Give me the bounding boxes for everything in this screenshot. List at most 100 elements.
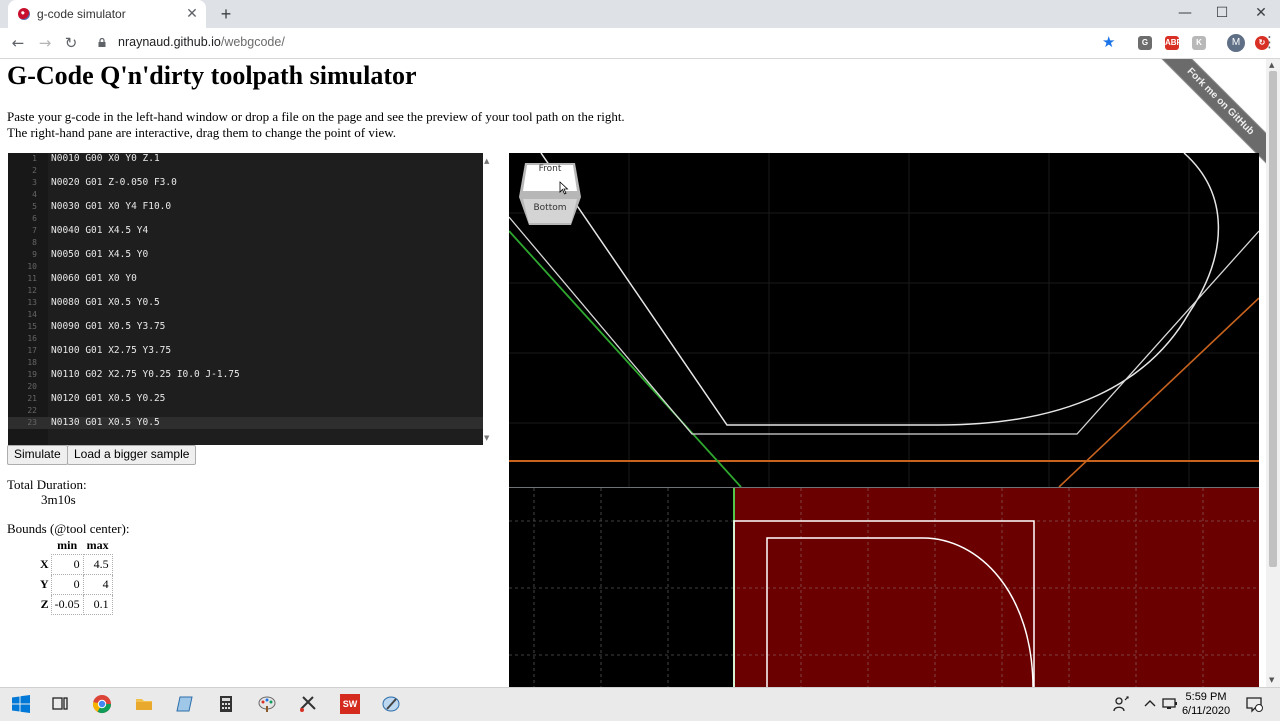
editor-line[interactable]: 11 N0060 G01 X0 Y0: [8, 273, 483, 285]
editor-line[interactable]: 21 N0120 G01 X0.5 Y0.25: [8, 393, 483, 405]
profile-avatar[interactable]: M: [1227, 34, 1245, 52]
editor-line[interactable]: 17 N0100 G01 X2.75 Y3.75: [8, 345, 483, 357]
clock-time: 5:59 PM: [1185, 691, 1227, 703]
load-bigger-sample-button[interactable]: Load a bigger sample: [67, 445, 197, 465]
bounds-max-value: 0.1: [82, 594, 113, 615]
editor-line[interactable]: 18: [8, 357, 483, 369]
line-number: 23: [27, 418, 37, 427]
editor-line[interactable]: 15 N0090 G01 X0.5 Y3.75: [8, 321, 483, 333]
line-number: 14: [27, 310, 37, 319]
editor-line[interactable]: 4: [8, 189, 483, 201]
total-duration-value: 3m10s: [41, 492, 76, 507]
extension-icon[interactable]: G: [1138, 36, 1152, 50]
editor-line[interactable]: 1 N0010 G00 X0 Y0 Z.1: [8, 153, 483, 165]
line-number: 13: [27, 298, 37, 307]
bounds-axis-label: Z: [40, 597, 49, 611]
line-number: 21: [27, 394, 37, 403]
bookmark-star-icon[interactable]: ★: [1102, 33, 1115, 51]
editor-line[interactable]: 23 N0130 G01 X0.5 Y0.5: [8, 417, 483, 429]
page-scroll-down-arrow-icon[interactable]: ▼: [1269, 676, 1274, 684]
window-minimize-button[interactable]: —: [1167, 3, 1203, 23]
scroll-down-arrow-icon[interactable]: ▼: [484, 434, 489, 442]
line-code: N0120 G01 X0.5 Y0.25: [51, 393, 166, 404]
line-code: N0100 G01 X2.75 Y3.75: [51, 345, 172, 356]
editor-line[interactable]: 16: [8, 333, 483, 345]
toolpath-3d-view[interactable]: Front Bottom: [509, 153, 1259, 487]
editor-line[interactable]: 14: [8, 309, 483, 321]
file-explorer-icon[interactable]: [134, 694, 154, 714]
window-maximize-button[interactable]: ☐: [1204, 3, 1240, 23]
line-number: 17: [27, 346, 37, 355]
editor-line[interactable]: 6: [8, 213, 483, 225]
view-cube[interactable]: Front Bottom: [519, 161, 581, 227]
tray-expand-chevron-icon[interactable]: [1140, 694, 1160, 714]
editor-line[interactable]: 3 N0020 G01 Z-0.050 F3.0: [8, 177, 483, 189]
toolpath-top-view[interactable]: [509, 488, 1259, 687]
line-code: N0030 G01 X0 Y4 F10.0: [51, 201, 172, 212]
editor-scrollbar[interactable]: ▲ ▼: [483, 153, 493, 445]
gcode-editor[interactable]: 1 N0010 G00 X0 Y0 Z.1 2 3 N0020 G01 Z-0.050 …: [8, 153, 483, 445]
network-icon[interactable]: [1160, 694, 1180, 714]
simulate-button[interactable]: Simulate: [7, 445, 68, 465]
paint-3d-icon[interactable]: [381, 694, 401, 714]
editor-line[interactable]: 20: [8, 381, 483, 393]
page-scrollbar-thumb[interactable]: [1269, 71, 1277, 567]
bounds-max-value: 4.5: [82, 554, 113, 575]
reload-icon[interactable]: ↻: [61, 33, 81, 53]
bounds-min-header: min: [57, 538, 78, 552]
editor-line[interactable]: 19 N0110 G02 X2.75 Y0.25 I0.0 J-1.75: [8, 369, 483, 381]
editor-line[interactable]: 10: [8, 261, 483, 273]
extension-icon[interactable]: K: [1192, 36, 1206, 50]
editor-line[interactable]: 13 N0080 G01 X0.5 Y0.5: [8, 297, 483, 309]
mouse-cursor-icon: [559, 181, 569, 195]
solidworks-icon[interactable]: SW: [340, 694, 360, 714]
editor-line[interactable]: 5 N0030 G01 X0 Y4 F10.0: [8, 201, 483, 213]
tab-title: g-code simulator: [37, 7, 126, 21]
editor-line[interactable]: 7 N0040 G01 X4.5 Y4: [8, 225, 483, 237]
editor-line[interactable]: 2: [8, 165, 483, 177]
lock-icon: [98, 38, 106, 47]
toolpath-top-canvas: [509, 488, 1259, 687]
notepad-icon[interactable]: [175, 694, 195, 714]
editor-line[interactable]: 12: [8, 285, 483, 297]
page-scroll-up-arrow-icon[interactable]: ▲: [1269, 61, 1274, 69]
forward-arrow-icon[interactable]: →: [35, 33, 55, 53]
line-code: N0130 G01 X0.5 Y0.5: [51, 417, 160, 428]
scroll-up-arrow-icon[interactable]: ▲: [484, 157, 489, 165]
people-icon[interactable]: [1111, 694, 1131, 714]
total-duration-label: Total Duration:: [7, 477, 87, 492]
line-code: N0050 G01 X4.5 Y0: [51, 249, 149, 260]
toolpath-outer-3d: [509, 216, 1259, 435]
task-view-icon[interactable]: [50, 694, 70, 714]
editor-line[interactable]: 9 N0050 G01 X4.5 Y0: [8, 249, 483, 261]
snipping-tool-icon[interactable]: [298, 694, 318, 714]
paint-app-icon[interactable]: [257, 694, 277, 714]
line-number: 19: [27, 370, 37, 379]
windows-start-icon[interactable]: [11, 694, 31, 714]
line-number: 11: [27, 274, 37, 283]
tab-close-icon[interactable]: ✕: [184, 5, 200, 21]
page-scrollbar[interactable]: ▲ ▼: [1266, 59, 1280, 687]
editor-line[interactable]: 22: [8, 405, 483, 417]
calculator-icon[interactable]: [216, 694, 236, 714]
page-title: G-Code Q'n'dirty toolpath simulator: [7, 61, 417, 90]
bounds-corner-header: [38, 537, 51, 555]
back-arrow-icon[interactable]: ←: [8, 33, 28, 53]
chrome-taskbar-icon[interactable]: [92, 694, 112, 714]
browser-toolbar: ← → ↻ nraynaud.github.io/webgcode/ ★ G AB…: [0, 28, 1280, 59]
line-number: 5: [32, 202, 37, 211]
window-close-button[interactable]: ✕: [1243, 3, 1279, 23]
new-tab-button[interactable]: +: [216, 4, 236, 24]
action-center-icon[interactable]: [1244, 694, 1264, 714]
address-bar[interactable]: nraynaud.github.io/webgcode/: [118, 35, 285, 49]
browser-menu-icon[interactable]: ⋮: [1262, 33, 1277, 51]
line-number: 3: [32, 178, 37, 187]
bounds-min-value: -0.05: [50, 594, 84, 615]
editor-line[interactable]: 8: [8, 237, 483, 249]
toolpath-inner-3d: [540, 153, 1220, 426]
system-clock[interactable]: 5:59 PM 6/11/2020: [1178, 690, 1234, 718]
bounds-label: Bounds (@tool center):: [7, 521, 130, 536]
extension-icon[interactable]: ABP: [1165, 36, 1182, 50]
line-number: 8: [32, 238, 37, 247]
browser-tab[interactable]: g-code simulator ✕: [8, 0, 206, 28]
